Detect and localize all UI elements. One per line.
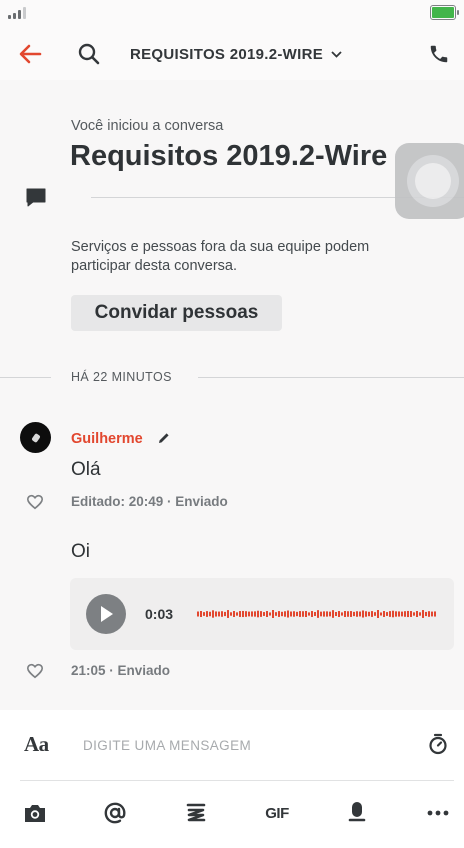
more-button[interactable] — [423, 798, 453, 828]
time-separator: HÁ 22 MINUTOS — [71, 370, 172, 384]
audio-message: 0:03 — [70, 578, 454, 650]
avatar[interactable] — [20, 422, 51, 453]
sender-name[interactable]: Guilherme — [71, 431, 143, 447]
message-input[interactable] — [83, 735, 393, 755]
search-icon — [78, 43, 100, 65]
chevron-down-icon — [331, 50, 342, 58]
audio-duration: 0:03 — [145, 606, 174, 622]
text-format-button[interactable]: Aa — [24, 732, 49, 757]
message-status: 21:05 · Enviado — [71, 663, 171, 678]
message-text[interactable]: Oi — [71, 541, 90, 563]
signal-strength-icon — [8, 7, 26, 19]
conversation-header: REQUISITOS 2019.2-WIRE — [0, 28, 464, 80]
heart-icon[interactable] — [26, 662, 44, 680]
more-icon — [427, 810, 449, 816]
arrow-left-icon — [19, 44, 42, 64]
gif-label: GIF — [265, 804, 289, 822]
play-icon — [101, 606, 113, 622]
phone-icon — [430, 45, 448, 63]
camera-icon — [25, 805, 45, 822]
sketch-button[interactable] — [181, 798, 211, 828]
divider — [0, 377, 51, 378]
call-button[interactable] — [424, 39, 454, 69]
audio-record-button[interactable] — [342, 798, 372, 828]
guests-notice: Serviços e pessoas fora da sua equipe po… — [71, 239, 370, 274]
composer-toolbar: GIF — [0, 798, 464, 834]
header-title: REQUISITOS 2019.2-WIRE — [130, 45, 324, 63]
divider — [198, 377, 464, 378]
message-text[interactable]: Olá — [71, 459, 101, 481]
sketch-icon — [186, 803, 206, 822]
conversation-title: Requisitos 2019.2-Wire — [70, 140, 388, 172]
microphone-icon — [348, 802, 366, 822]
at-sign-icon — [104, 802, 126, 824]
camera-button[interactable] — [20, 798, 50, 828]
search-button[interactable] — [74, 39, 104, 69]
mention-button[interactable] — [100, 798, 130, 828]
audio-waveform[interactable] — [197, 608, 439, 620]
gif-button[interactable]: GIF — [262, 798, 292, 828]
message-status: Editado: 20:49 · Enviado — [71, 494, 228, 509]
pencil-icon — [159, 433, 169, 443]
invite-people-button[interactable]: Convidar pessoas — [71, 295, 282, 331]
message-composer: Aa GIF — [0, 710, 464, 848]
assistive-touch-button[interactable] — [395, 143, 464, 219]
back-button[interactable] — [14, 39, 46, 69]
timer-icon[interactable] — [427, 733, 449, 755]
conversation-started-label: Você iniciou a conversa — [71, 118, 224, 134]
conversation-icon — [26, 188, 46, 207]
battery-icon — [430, 5, 459, 20]
heart-icon[interactable] — [26, 493, 44, 511]
conversation-title-button[interactable]: REQUISITOS 2019.2-WIRE — [130, 43, 342, 65]
play-button[interactable] — [86, 594, 126, 634]
divider — [20, 780, 454, 781]
status-bar — [0, 0, 464, 28]
